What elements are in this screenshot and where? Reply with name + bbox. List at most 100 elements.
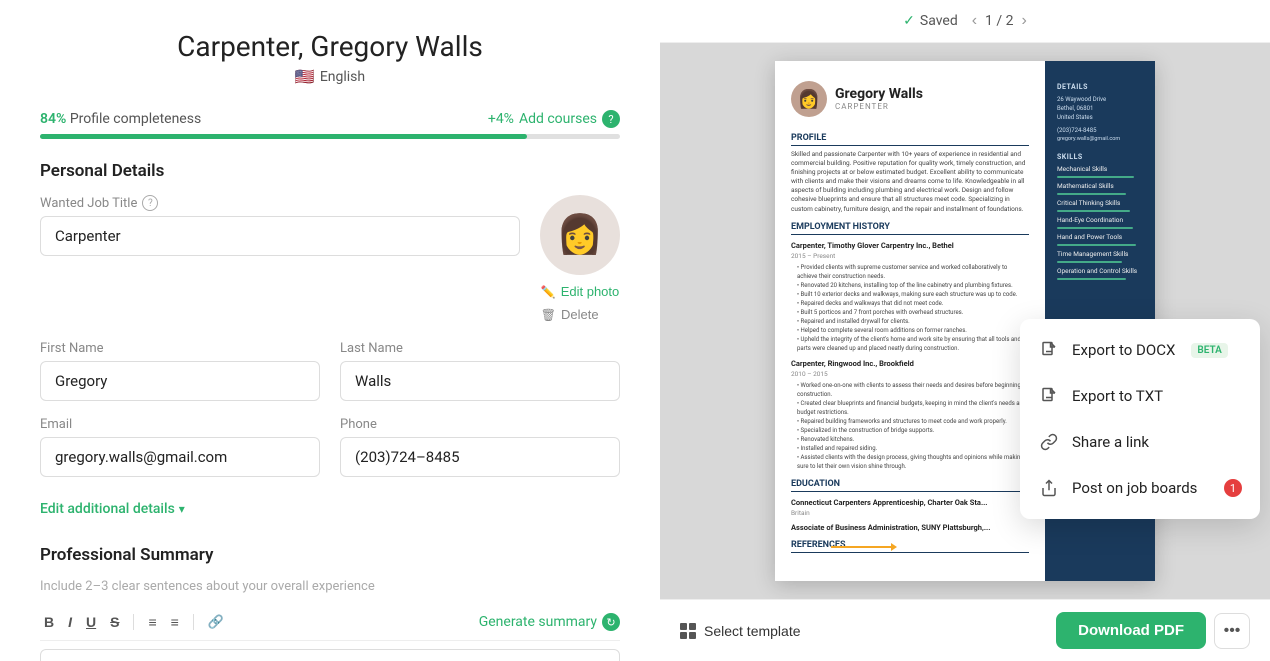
refresh-icon: ↻ xyxy=(602,613,620,631)
completeness-percentage: 84% xyxy=(40,111,66,127)
download-pdf-button[interactable]: Download PDF xyxy=(1056,612,1206,649)
resume-left-column: 👩 Gregory Walls CARPENTER Profile Skille… xyxy=(775,61,1045,581)
resume-employment-title: Employment History xyxy=(791,222,1029,235)
profile-header: Carpenter, Gregory Walls 🇺🇸 English xyxy=(40,0,620,96)
arrow-head xyxy=(891,543,897,551)
saved-label: Saved xyxy=(920,13,958,29)
bold-button[interactable]: B xyxy=(40,612,58,632)
resume-edu-1-sub: Britain xyxy=(791,509,1029,517)
page-info: 1 / 2 xyxy=(985,13,1013,29)
prev-page-button[interactable]: ‹ xyxy=(972,12,977,30)
name-row: First Name Gregory Last Name Walls xyxy=(40,341,620,417)
first-name-value[interactable]: Gregory xyxy=(40,361,320,401)
share-link-item[interactable]: Share a link xyxy=(1020,419,1260,465)
txt-icon xyxy=(1038,385,1060,407)
first-name-label: First Name xyxy=(40,341,320,356)
select-template-button[interactable]: Select template xyxy=(680,623,801,639)
resume-bullet: Renovated kitchens. xyxy=(791,435,1029,444)
resume-bullet: Repaired decks and walkways that did not… xyxy=(791,299,1029,308)
photo-actions: ✏️ Edit photo 🗑 Delete xyxy=(541,281,620,325)
skill-mechanical: Mechanical Skills xyxy=(1057,165,1143,173)
strikethrough-button[interactable]: S xyxy=(106,612,123,632)
docx-icon xyxy=(1038,339,1060,361)
select-template-label: Select template xyxy=(704,623,801,639)
resume-bullet: Upheld the integrity of the client's hom… xyxy=(791,335,1029,353)
email-label: Email xyxy=(40,417,320,432)
phone-value[interactable]: (203)724–8485 xyxy=(340,437,620,477)
edit-photo-button[interactable]: ✏️ Edit photo xyxy=(541,281,620,302)
resume-job-title: CARPENTER xyxy=(835,102,923,111)
notification-badge: 1 xyxy=(1224,479,1242,497)
delete-photo-button[interactable]: 🗑 Delete xyxy=(541,304,599,325)
add-courses-button[interactable]: +4% Add courses ? xyxy=(488,110,620,128)
resume-employer-2-date: 2010 – 2015 xyxy=(791,370,1029,378)
share-icon xyxy=(1038,477,1060,499)
resume-references-title: References xyxy=(791,540,1029,553)
more-dots-icon: ••• xyxy=(1224,622,1241,640)
resume-bullet: Created clear blueprints and financial b… xyxy=(791,399,1029,417)
export-txt-label: Export to TXT xyxy=(1072,387,1163,405)
export-docx-label: Export to DOCX xyxy=(1072,341,1175,359)
right-header: ✓ Saved ‹ 1 / 2 › xyxy=(660,0,1270,43)
phone-group: Phone (203)724–8485 xyxy=(340,417,620,477)
photo-column: 👩 ✏️ Edit photo 🗑 Delete xyxy=(540,195,620,325)
last-name-group: Last Name Walls xyxy=(340,341,620,401)
resume-edu-2: Associate of Business Administration, SU… xyxy=(791,523,1029,532)
resume-profile-text: Skilled and passionate Carpenter with 10… xyxy=(791,150,1029,214)
skill-bar-time-mgmt xyxy=(1057,261,1122,263)
email-group: Email gregory.walls@gmail.com xyxy=(40,417,320,477)
wanted-job-label: Wanted Job Title ? xyxy=(40,195,520,211)
resume-avatar: 👩 xyxy=(791,81,827,117)
arrow-line xyxy=(831,546,891,548)
first-name-group: First Name Gregory xyxy=(40,341,320,401)
resume-details-title: Details xyxy=(1057,83,1143,91)
arrow-line-container xyxy=(831,543,897,551)
summary-editor[interactable]: Skilled and passionate Carpenter with 10… xyxy=(40,649,620,661)
export-docx-item[interactable]: Export to DOCX BETA xyxy=(1020,327,1260,373)
download-actions: Download PDF ••• xyxy=(1056,612,1250,649)
more-options-button[interactable]: ••• xyxy=(1214,613,1250,649)
link-button[interactable]: 🔗 xyxy=(204,612,228,632)
last-name-value[interactable]: Walls xyxy=(340,361,620,401)
add-courses-text: Add courses xyxy=(519,111,597,127)
progress-fill xyxy=(40,134,527,139)
email-value[interactable]: gregory.walls@gmail.com xyxy=(40,437,320,477)
profile-name: Carpenter, Gregory Walls xyxy=(40,30,620,63)
skill-bar-mathematical xyxy=(1057,193,1126,195)
resume-bullet: Specialized in the construction of bridg… xyxy=(791,426,1029,435)
skill-critical: Critical Thinking Skills xyxy=(1057,199,1143,207)
generate-summary-label: Generate summary xyxy=(479,614,597,630)
generate-summary-button[interactable]: Generate summary ↻ xyxy=(479,613,620,631)
link-icon xyxy=(1038,431,1060,453)
italic-button[interactable]: I xyxy=(64,612,76,632)
resume-bullet: Worked one-on-one with clients to assess… xyxy=(791,381,1029,399)
resume-profile-title: Profile xyxy=(791,133,1029,146)
next-page-button[interactable]: › xyxy=(1022,12,1027,30)
edit-additional-button[interactable]: Edit additional details ▾ xyxy=(40,501,620,517)
phone-label: Phone xyxy=(340,417,620,432)
progress-track xyxy=(40,134,620,139)
skill-power-tools: Hand and Power Tools xyxy=(1057,233,1143,241)
professional-summary-subtitle: Include 2–3 clear sentences about your o… xyxy=(40,579,620,594)
skill-bar-hand-eye xyxy=(1057,227,1133,229)
resume-details-email: gregory.walls@gmail.com xyxy=(1057,135,1143,143)
resume-bullet: Built 10 exterior decks and walkways, ma… xyxy=(791,290,1029,299)
language-label: English xyxy=(320,69,365,85)
wanted-job-group: Wanted Job Title ? Carpenter xyxy=(40,195,520,256)
resume-bullet: Renovated 20 kitchens, installing top of… xyxy=(791,281,1029,290)
post-job-boards-item[interactable]: Post on job boards 1 xyxy=(1020,465,1260,511)
resume-edu-1: Connecticut Carpenters Apprenticeship, C… xyxy=(791,498,1029,507)
skill-operation: Operation and Control Skills xyxy=(1057,267,1143,275)
resume-bullet: Provided clients with supreme customer s… xyxy=(791,263,1029,281)
completeness-label: 84% Profile completeness xyxy=(40,111,201,127)
ordered-list-button[interactable]: ≡ xyxy=(144,612,160,632)
skill-bar-mechanical xyxy=(1057,176,1134,178)
underline-button[interactable]: U xyxy=(82,612,100,632)
help-icon: ? xyxy=(602,110,620,128)
contact-row: Email gregory.walls@gmail.com Phone (203… xyxy=(40,417,620,493)
wanted-job-value[interactable]: Carpenter xyxy=(40,216,520,256)
resume-name: Gregory Walls xyxy=(835,86,923,102)
unordered-list-button[interactable]: ≡ xyxy=(167,612,183,632)
export-txt-item[interactable]: Export to TXT xyxy=(1020,373,1260,419)
personal-details-title: Personal Details xyxy=(40,161,620,181)
